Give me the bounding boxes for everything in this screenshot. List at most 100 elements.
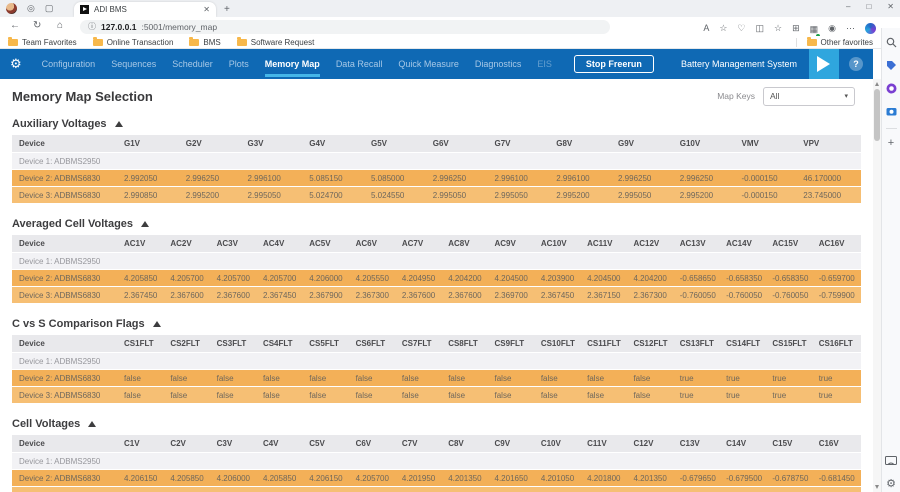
help-icon[interactable]: ? <box>849 57 863 71</box>
m365-copilot-icon[interactable] <box>885 82 898 95</box>
page-scrollbar[interactable] <box>873 79 881 492</box>
tab-actions-icon[interactable]: ◎ <box>27 3 35 14</box>
value-cell <box>629 253 675 269</box>
bookmark-folder[interactable]: Team Favorites <box>8 38 77 47</box>
table-row[interactable]: Device 2: ADBMS68304.2058504.2057004.205… <box>12 270 861 287</box>
back-icon[interactable]: ← <box>10 20 20 31</box>
home-icon[interactable]: ⌂ <box>57 20 63 31</box>
column-header: C10V <box>537 435 583 452</box>
table-row[interactable]: Device 1: ADBMS2950 <box>12 153 861 170</box>
table-row[interactable]: Device 3: ADBMS68302.9908502.9952002.995… <box>12 187 861 204</box>
map-keys-select[interactable]: All ▾ <box>763 87 855 106</box>
value-cell: false <box>629 370 675 386</box>
value-cell <box>491 153 553 169</box>
extensions-icon[interactable]: ▦ <box>810 19 819 37</box>
table-row[interactable]: Device 2: ADBMS6830falsefalsefalsefalsef… <box>12 370 861 387</box>
value-cell: 2.369700 <box>491 287 537 303</box>
collapse-caret-icon[interactable] <box>88 421 96 427</box>
search-icon[interactable] <box>885 36 898 49</box>
value-cell <box>398 453 444 469</box>
column-header: G2V <box>182 135 244 152</box>
column-header: C5V <box>305 435 351 452</box>
bookmark-folder[interactable]: Online Transaction <box>93 38 174 47</box>
copilot-icon[interactable] <box>865 23 876 34</box>
nav-tab-quick-measure[interactable]: Quick Measure <box>390 49 467 79</box>
screencast-icon[interactable] <box>885 454 898 467</box>
table-row[interactable]: Device 2: ADBMS68302.9920502.9962502.996… <box>12 170 861 187</box>
add-favorite-icon[interactable]: ☆ <box>719 23 727 34</box>
table-row[interactable]: Device 3: ADBMS6830falsefalsefalsefalsef… <box>12 387 861 404</box>
workspaces-browser-icon[interactable]: ◉ <box>828 23 836 34</box>
nav-tab-data-recall[interactable]: Data Recall <box>328 49 391 79</box>
folder-icon <box>807 39 817 46</box>
column-header: G4V <box>305 135 367 152</box>
section-header-cell-voltages[interactable]: Cell Voltages <box>12 416 861 432</box>
nav-tab-diagnostics[interactable]: Diagnostics <box>467 49 530 79</box>
value-cell: 4.205700 <box>259 270 305 286</box>
maximize-button[interactable]: □ <box>866 2 871 11</box>
scroll-up-icon[interactable] <box>875 82 879 86</box>
designer-camera-icon[interactable] <box>885 105 898 118</box>
split-screen-icon[interactable]: ◫ <box>755 23 764 34</box>
collapse-caret-icon[interactable] <box>115 121 123 127</box>
close-button[interactable]: ✕ <box>887 2 894 11</box>
read-aloud-icon[interactable]: A <box>703 23 709 34</box>
new-tab-button[interactable]: + <box>224 4 230 15</box>
value-cell <box>583 453 629 469</box>
table-row[interactable]: Device 1: ADBMS2950 <box>12 453 861 470</box>
table-row[interactable]: Device 3: ADBMS68302.3674502.3676002.367… <box>12 287 861 304</box>
adi-favicon-icon <box>80 5 89 14</box>
section-header-auxiliary-voltages[interactable]: Auxiliary Voltages <box>12 116 861 132</box>
refresh-icon[interactable]: ↻ <box>33 20 41 31</box>
bookmark-folder[interactable]: BMS <box>189 38 220 47</box>
minimize-button[interactable]: – <box>846 2 850 11</box>
value-cell: 4.205700 <box>352 470 398 486</box>
column-header: CS8FLT <box>444 335 490 352</box>
collapse-caret-icon[interactable] <box>141 221 149 227</box>
settings-gear-icon[interactable]: ⚙ <box>10 57 22 72</box>
scrollbar-thumb[interactable] <box>874 89 880 141</box>
value-cell <box>537 353 583 369</box>
table-row[interactable]: Device 1: ADBMS2950 <box>12 253 861 270</box>
table-header-row: DeviceCS1FLTCS2FLTCS3FLTCS4FLTCS5FLTCS6F… <box>12 335 861 353</box>
value-cell <box>676 253 722 269</box>
table-row[interactable]: Device 3: ADBMS68302.3676002.3677502.367… <box>12 487 861 492</box>
value-cell <box>166 353 212 369</box>
stop-freerun-button[interactable]: Stop Freerun <box>574 55 654 73</box>
workspaces-icon[interactable]: ▢ <box>45 3 54 14</box>
value-cell: 2.367300 <box>629 287 675 303</box>
nav-tab-sequences[interactable]: Sequences <box>103 49 164 79</box>
scroll-down-icon[interactable] <box>875 485 879 489</box>
site-info-icon[interactable]: ⓘ <box>88 21 96 32</box>
device-cell: Device 2: ADBMS6830 <box>12 270 120 286</box>
nav-tab-configuration[interactable]: Configuration <box>34 49 104 79</box>
favorites-icon[interactable]: ☆ <box>774 23 782 34</box>
other-favorites[interactable]: Other favorites <box>796 38 873 47</box>
collapse-caret-icon[interactable] <box>153 321 161 327</box>
collections-icon[interactable]: ⊞ <box>792 23 800 34</box>
value-cell: 4.204200 <box>629 270 675 286</box>
tab-close-icon[interactable]: ✕ <box>203 5 210 14</box>
browser-tab[interactable]: ADI BMS ✕ <box>74 2 216 17</box>
section-header-c-vs-s-comparison-flags[interactable]: C vs S Comparison Flags <box>12 316 861 332</box>
address-bar[interactable]: ⓘ 127.0.0.1 :5001/memory_map <box>80 20 610 34</box>
profile-avatar[interactable] <box>6 3 17 14</box>
value-cell: true <box>815 370 861 386</box>
sidebar-add-icon[interactable]: + <box>888 138 894 149</box>
nav-tab-plots[interactable]: Plots <box>221 49 257 79</box>
nav-tab-eis[interactable]: EIS <box>529 49 560 79</box>
shopping-tag-icon[interactable] <box>885 59 898 72</box>
more-icon[interactable]: ⋯ <box>846 23 855 34</box>
value-cell: false <box>629 387 675 403</box>
bookmark-folder[interactable]: Software Request <box>237 38 315 47</box>
table-row[interactable]: Device 1: ADBMS2950 <box>12 353 861 370</box>
section-header-averaged-cell-voltages[interactable]: Averaged Cell Voltages <box>12 216 861 232</box>
browser-essentials-icon[interactable]: ♡ <box>737 23 745 34</box>
table-row[interactable]: Device 2: ADBMS68304.2061504.2058504.206… <box>12 470 861 487</box>
sidebar-settings-icon[interactable]: ⚙ <box>886 477 896 490</box>
nav-tab-scheduler[interactable]: Scheduler <box>164 49 221 79</box>
device-cell: Device 3: ADBMS6830 <box>12 487 120 492</box>
value-cell: 2.364900 <box>398 487 444 492</box>
nav-tab-memory-map[interactable]: Memory Map <box>257 49 328 79</box>
column-header: AC15V <box>768 235 814 252</box>
